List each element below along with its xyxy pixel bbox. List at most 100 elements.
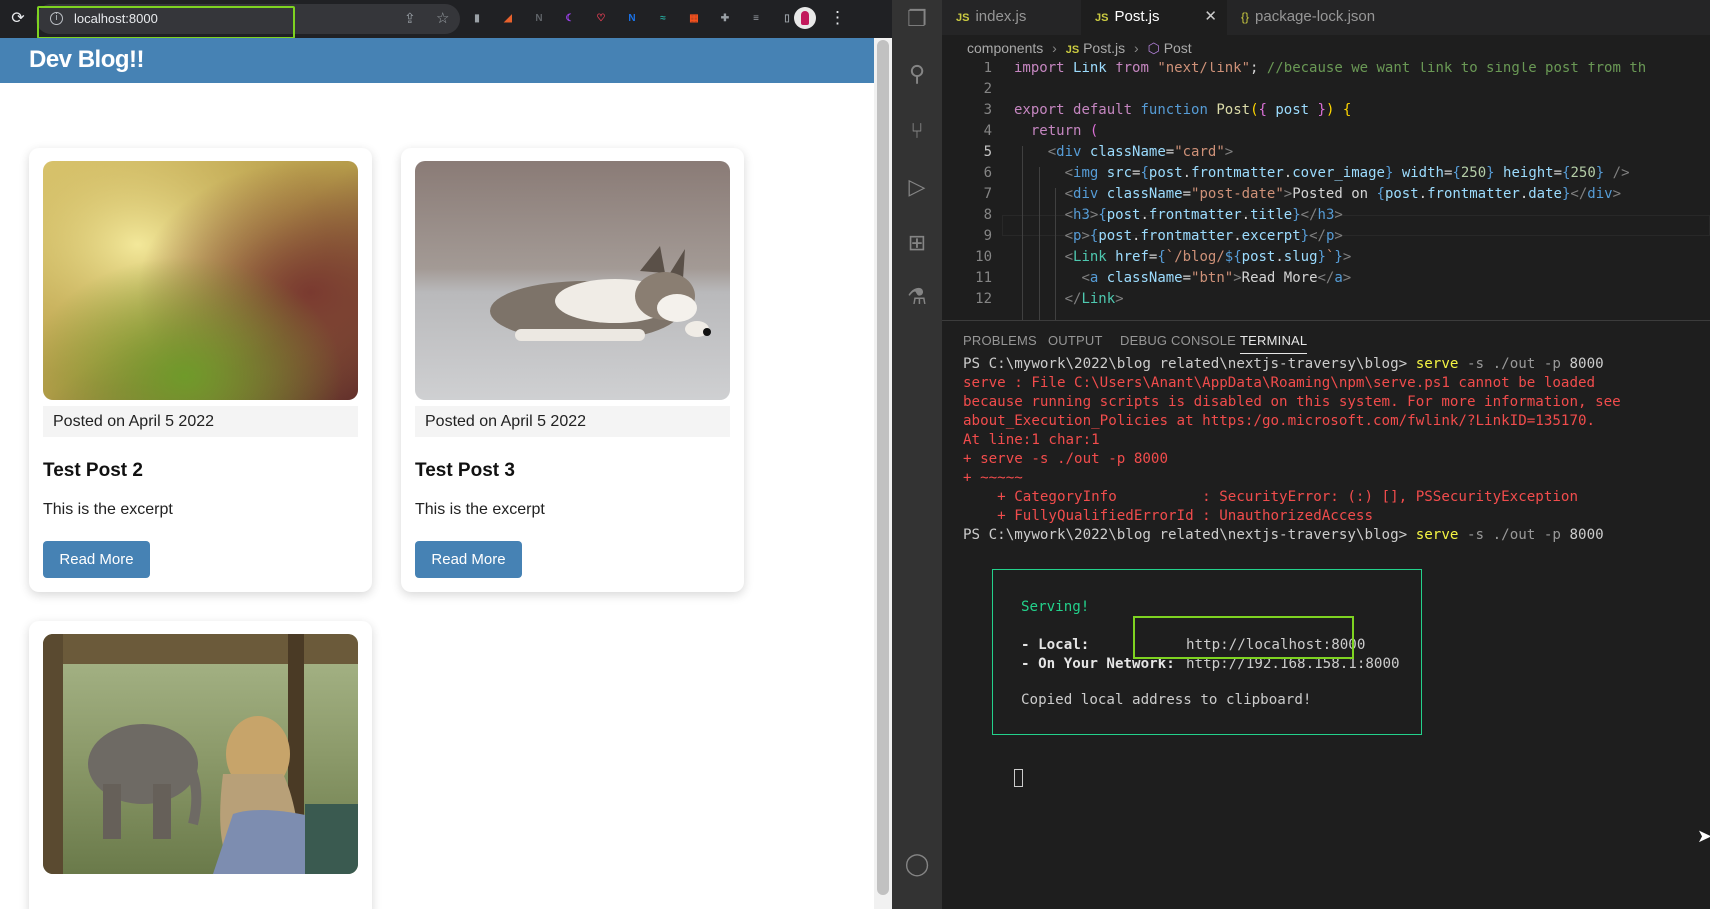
breadcrumb-file[interactable]: Post.js [1083,40,1125,56]
share-icon[interactable]: ⇪ [404,10,416,27]
terminal-cmd-port: 8000 [1569,356,1604,372]
tab-index-js[interactable]: JS index.js [942,0,1081,35]
line-number: 12 [975,291,992,307]
terminal-error-line: serve : File C:\Users\Anant\AppData\Roam… [963,375,1596,391]
terminal-error-line: + ~~~~~ [963,470,1023,486]
post-date: Posted on April 5 2022 [415,406,730,437]
symbol-cube-icon: ⬡ [1147,40,1160,56]
post-card [29,621,372,909]
code-line-4: return ( [1030,123,1099,139]
docs-icon[interactable]: ▮ [469,10,485,27]
n-ext-icon[interactable]: N [624,10,640,27]
testing-flask-icon[interactable]: ⚗ [904,284,930,310]
activity-bar: ❐ ⚲ ⑂ ▷ ⊞ ⚗ ◯ [892,0,942,909]
line-number: 2 [983,81,992,97]
post-cover-image [43,161,358,400]
tab-terminal[interactable]: TERMINAL [1240,333,1308,354]
code-line-10: <Link href={`/blog/${post.slug}`}> [1064,249,1352,265]
post-title: Test Post 2 [43,460,143,481]
post-excerpt: This is the excerpt [43,501,173,518]
local-label: - Local: [1021,637,1090,653]
terminal-command-line: PS C:\mywork\2022\blog related\nextjs-tr… [963,526,1604,545]
notion-n-icon[interactable]: N [531,10,547,27]
terminal-error-line: because running scripts is disabled on t… [963,394,1621,410]
run-debug-icon[interactable]: ▷ [904,174,930,200]
line-number: 9 [983,228,992,244]
code-line-5: <div className="card"> [1047,144,1234,160]
post-cover-image [43,634,358,874]
code-line-9: <p>{post.frontmatter.excerpt}</p> [1064,228,1343,244]
tab-post-js[interactable]: JS Post.js ✕ [1081,0,1227,35]
sidepanel-icon[interactable]: ▯ [779,10,795,27]
tab-label: package-lock.json [1255,8,1376,25]
line-number: 8 [983,207,992,223]
account-icon[interactable]: ◯ [904,851,930,877]
editor-tabs: JS index.js JS Post.js ✕ {} package-lock.jso… [942,0,1710,35]
source-control-icon[interactable]: ⑂ [904,118,930,144]
code-line-1: import Link from "next/link"; //because … [1014,62,1647,76]
extensions-icon[interactable]: ⊞ [904,230,930,256]
browser-menu-icon[interactable]: ⋮ [829,8,846,28]
terminal-error-line: At line:1 char:1 [963,432,1100,448]
pocket-icon[interactable]: ♡ [593,10,609,27]
code-line-8: <h3>{post.frontmatter.title}</h3> [1064,207,1343,223]
line-number: 3 [983,102,992,118]
local-url-link[interactable]: http://localhost:8000 [1186,636,1365,655]
breadcrumb: components › JS Post.js › ⬡ Post [942,35,1710,62]
mouse-cursor-icon: ➤ [1697,826,1710,846]
network-url-link[interactable]: http://192.168.158.1:8000 [1186,655,1400,674]
husky-dog-image [415,161,730,400]
terminal-cmd-name: serve [1415,527,1459,543]
line-number: 7 [983,186,992,202]
terminal-error-line: + serve -s ./out -p 8000 [963,451,1168,467]
line-number: 5 [983,144,992,160]
post-title: Test Post 3 [415,460,515,481]
wave-icon[interactable]: ≈ [655,10,671,27]
explorer-icon[interactable]: ❐ [904,6,930,32]
network-label: - On Your Network: [1021,656,1175,672]
vscode-window: ❐ ⚲ ⑂ ▷ ⊞ ⚗ ◯ JS index.js JS Post.js ✕ {} pa… [892,0,1710,909]
terminal-error-line: about_Execution_Policies at https:/go.mi… [963,413,1596,429]
puzzle-icon[interactable]: ✚ [717,10,733,27]
scrollbar-thumb[interactable] [877,40,889,895]
bottom-panel: PROBLEMS OUTPUT DEBUG CONSOLE TERMINAL P… [942,320,1710,909]
serve-output-box: Serving! - Local: http://localhost:8000 … [992,569,1422,735]
tab-debug-console[interactable]: DEBUG CONSOLE [1120,333,1236,348]
profile-avatar[interactable] [794,7,816,29]
code-line-6: <img src={post.frontmatter.cover_image} … [1064,165,1630,181]
search-icon[interactable]: ⚲ [904,61,930,87]
tab-problems[interactable]: PROBLEMS [963,333,1037,348]
media-icon[interactable]: ≡ [748,10,764,27]
site-info-icon[interactable]: i [50,12,63,25]
terminal-error-line: + CategoryInfo : SecurityError: (:) [], … [963,489,1578,505]
line-number: 6 [983,165,992,181]
reload-icon[interactable]: ⟳ [8,9,28,29]
read-more-button[interactable]: Read More [415,541,522,578]
moon-icon[interactable]: ☾ [562,10,578,27]
matlab-icon[interactable]: ◢ [500,10,516,27]
breadcrumb-symbol[interactable]: Post [1164,40,1192,56]
terminal-prompt: PS C:\mywork\2022\blog related\nextjs-tr… [963,527,1408,543]
address-url[interactable]: localhost:8000 [74,11,158,26]
terminal-cmd-args: -s ./out -p [1466,356,1561,372]
browser-toolbar: ⟳ i localhost:8000 ⇪ ☆ ▮ ◢ N ☾ ♡ N ≈ ▦ ✚ ≡ ▯ ⋮ [0,0,892,38]
code-editor[interactable]: 1 2 3 4 5 6 7 8 9 10 11 12 import Link from "next/l… [942,62,1710,320]
line-number: 1 [983,62,992,76]
close-tab-icon[interactable]: ✕ [1204,0,1217,33]
js-file-icon: JS [956,12,970,24]
grid-ext-icon[interactable]: ▦ [686,10,702,27]
browser-window: ⟳ i localhost:8000 ⇪ ☆ ▮ ◢ N ☾ ♡ N ≈ ▦ ✚ ≡ ▯ ⋮ Dev… [0,0,892,909]
site-title[interactable]: Dev Blog!! [29,46,145,74]
terminal-cmd-port: 8000 [1569,527,1604,543]
line-number: 4 [983,123,992,139]
js-file-icon: JS [1065,44,1080,56]
tab-package-lock-json[interactable]: {} package-lock.json [1227,0,1417,35]
bookmark-star-icon[interactable]: ☆ [436,9,449,27]
code-line-3: export default function Post({ post }) { [1014,102,1352,118]
read-more-button[interactable]: Read More [43,541,150,578]
tab-output[interactable]: OUTPUT [1048,333,1103,348]
elephant-safari-image [43,634,358,874]
code-line-12: </Link> [1064,291,1124,307]
post-cover-image [415,161,730,400]
breadcrumb-folder[interactable]: components [967,40,1043,56]
